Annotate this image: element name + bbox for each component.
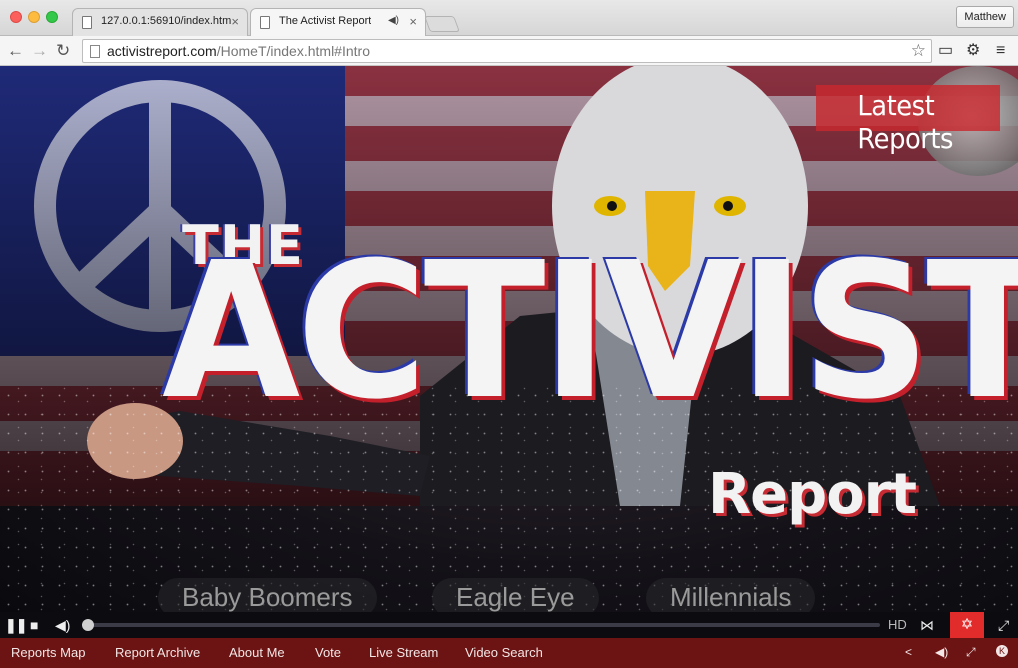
fullscreen-icon[interactable]: ⤢ (998, 616, 1009, 634)
speaker-icon[interactable]: ◀) (388, 15, 399, 26)
expand-icon[interactable]: ⤢ (966, 645, 976, 660)
nav-report-archive[interactable]: Report Archive (115, 645, 200, 660)
bookmark-star-icon[interactable]: ☆ (911, 41, 926, 61)
circle-k-icon[interactable]: K (996, 645, 1008, 657)
share-icon[interactable]: < (905, 645, 912, 659)
browser-titlebar: 127.0.0.1:56910/index.htm × The Activist… (0, 0, 1018, 36)
hero-banner: Latest Reports THE ACTIVIST Report Baby … (0, 66, 1018, 616)
nav-live-stream[interactable]: Live Stream (369, 645, 438, 660)
nav-about-me[interactable]: About Me (229, 645, 285, 660)
nav-vote[interactable]: Vote (315, 645, 341, 660)
star-badge-icon[interactable]: ✡ (950, 612, 984, 638)
pause-icon[interactable]: ❚❚ (5, 616, 27, 634)
cast-icon[interactable]: ▭ (938, 42, 953, 60)
url-path: /HomeT/index.html#Intro (216, 43, 370, 59)
category-eagle-eye[interactable]: Eagle Eye (432, 578, 599, 616)
close-icon[interactable]: × (409, 14, 417, 29)
reload-icon[interactable]: ↻ (56, 41, 70, 61)
url-host: activistreport.com (107, 43, 217, 59)
forward-arrow-icon[interactable]: → (31, 41, 48, 61)
share-icon[interactable]: ⋈ (920, 616, 934, 634)
bottom-nav: Reports Map Report Archive About Me Vote… (0, 638, 1018, 668)
new-tab-button[interactable] (424, 16, 460, 32)
close-icon[interactable]: × (231, 14, 239, 29)
stop-icon[interactable]: ■ (30, 616, 38, 634)
zoom-window-button[interactable] (46, 11, 58, 23)
menu-icon[interactable]: ≡ (996, 42, 1005, 60)
browser-toolbar: ← → ↻ activistreport.com/HomeT/index.htm… (0, 36, 1018, 66)
browser-tab-activist-report[interactable]: The Activist Report ◀) × (250, 8, 426, 36)
volume-icon[interactable]: ◀) (55, 616, 70, 634)
nav-video-search[interactable]: Video Search (465, 645, 543, 660)
address-bar[interactable]: activistreport.com/HomeT/index.html#Intr… (82, 39, 932, 63)
volume-icon[interactable]: ◀) (935, 645, 948, 659)
profile-button[interactable]: Matthew (956, 6, 1014, 28)
seek-bar[interactable] (82, 619, 880, 631)
hd-toggle[interactable]: HD (888, 617, 907, 632)
logo-report: Report (708, 462, 917, 527)
page-icon (90, 45, 100, 58)
page-icon (82, 16, 92, 29)
tab-title: The Activist Report (279, 15, 372, 27)
category-baby-boomers[interactable]: Baby Boomers (158, 578, 377, 616)
tab-title: 127.0.0.1:56910/index.htm (101, 15, 231, 27)
back-arrow-icon[interactable]: ← (7, 41, 24, 61)
logo-activist: ACTIVIST (162, 222, 1018, 441)
page-icon (260, 16, 270, 29)
close-window-button[interactable] (10, 11, 22, 23)
nav-reports-map[interactable]: Reports Map (11, 645, 85, 660)
category-millennials[interactable]: Millennials (646, 578, 816, 616)
latest-reports-button[interactable]: Latest Reports (816, 85, 1000, 155)
gear-icon[interactable]: ⚙ (966, 42, 980, 60)
seek-handle[interactable] (82, 619, 94, 631)
minimize-window-button[interactable] (28, 11, 40, 23)
video-control-bar: ❚❚ ■ ◀) HD ⋈ ✡ ⤢ (0, 612, 1018, 638)
browser-tab-localhost[interactable]: 127.0.0.1:56910/index.htm × (72, 8, 248, 36)
